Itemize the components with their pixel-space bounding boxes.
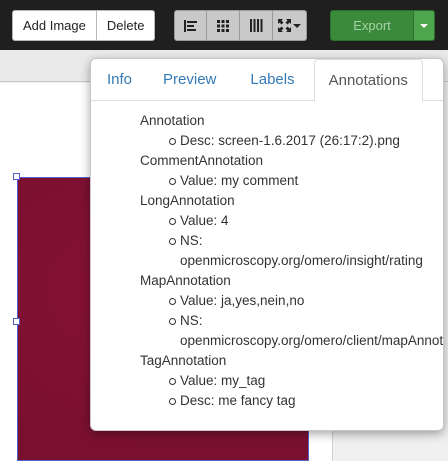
annotation-type: CommentAnnotation: [140, 153, 264, 168]
toolbar: Add Image Delete Export: [0, 0, 448, 62]
annotation-item: Desc: me fancy tag: [140, 391, 443, 411]
tab-info[interactable]: Info: [93, 59, 146, 101]
annotation-type: LongAnnotation: [140, 193, 235, 208]
annotation-type: Annotation: [140, 113, 205, 128]
info-popover: Info Preview Labels Annotations Annotati…: [90, 58, 444, 431]
annotations-list: Annotation Desc: screen-1.6.2017 (26:17:…: [91, 101, 443, 411]
delete-button[interactable]: Delete: [96, 10, 156, 41]
columns-layout-button[interactable]: [240, 10, 273, 41]
annotation-namespace: openmicroscopy.org/omero/insight/rating: [180, 253, 423, 268]
tab-labels[interactable]: Labels: [233, 59, 311, 101]
annotation-item: Desc: screen-1.6.2017 (26:17:2).png: [140, 131, 443, 151]
annotation-item: Value: 4: [140, 211, 443, 231]
caret-down-icon: [293, 23, 301, 28]
add-image-button[interactable]: Add Image: [12, 10, 97, 41]
export-options-button[interactable]: [414, 10, 435, 41]
resize-handle-top-left[interactable]: [13, 173, 20, 180]
image-button-group: Add Image Delete: [12, 10, 156, 41]
annotation-item: Value: ja,yes,nein,no: [140, 291, 443, 311]
annotation-item: NS: openmicroscopy.org/omero/insight/rat…: [140, 231, 443, 271]
annotation-type: TagAnnotation: [140, 353, 227, 368]
annotation-type: MapAnnotation: [140, 273, 231, 288]
align-left-button[interactable]: [174, 10, 207, 41]
grid-icon: [217, 19, 229, 32]
export-pdf-button[interactable]: Export PDF: [330, 10, 414, 62]
export-button-group: Export PDF: [330, 10, 435, 62]
annotation-item: NS: openmicroscopy.org/omero/client/mapA…: [140, 311, 443, 351]
expand-dropdown-button[interactable]: [273, 10, 307, 41]
annotation-item: Value: my_tag: [140, 371, 443, 391]
caret-down-icon: [420, 23, 428, 28]
annotation-item: Value: my comment: [140, 171, 443, 191]
resize-handle-middle-left[interactable]: [13, 318, 20, 325]
annotation-item-label: NS:: [180, 313, 203, 328]
annotation-item-label: NS:: [180, 233, 203, 248]
annotation-namespace: openmicroscopy.org/omero/client/mapAnnot…: [180, 333, 444, 348]
popover-tabs: Info Preview Labels Annotations: [91, 59, 443, 102]
tab-annotations[interactable]: Annotations: [313, 59, 423, 102]
grid-layout-button[interactable]: [207, 10, 240, 41]
expand-icon: [278, 19, 291, 32]
columns-icon: [249, 19, 262, 32]
layout-button-group: [174, 10, 307, 41]
tab-preview[interactable]: Preview: [146, 59, 233, 101]
align-left-icon: [183, 19, 197, 32]
